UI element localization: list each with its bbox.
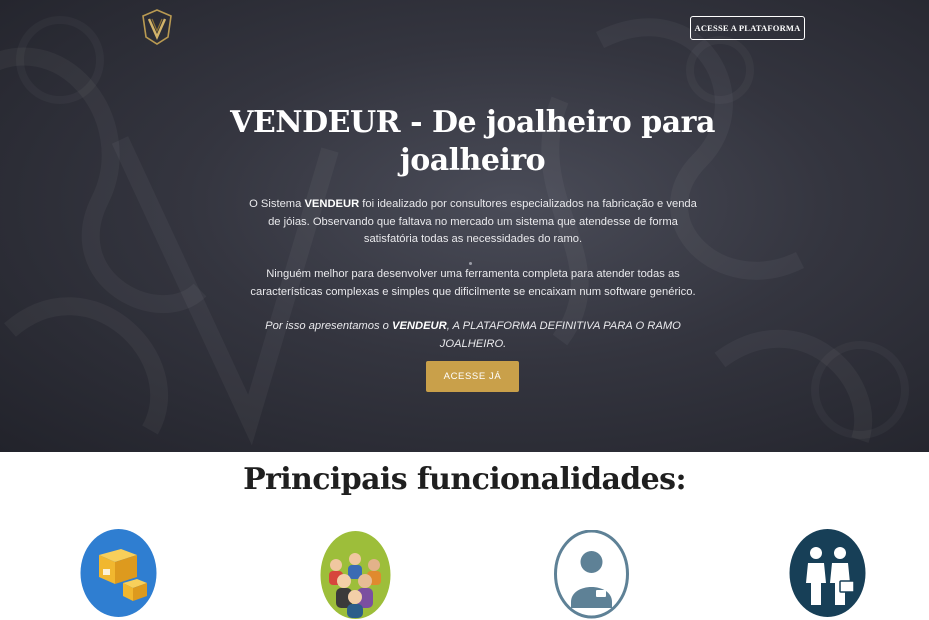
- handshake-icon: [789, 529, 866, 617]
- logo-icon[interactable]: [141, 9, 173, 45]
- access-now-button[interactable]: ACESSE JÁ: [426, 361, 519, 392]
- people-group-icon: [320, 531, 391, 619]
- hero-section: ACESSE A PLATAFORMA VENDEUR - De joalhei…: [0, 0, 929, 452]
- brand-name: VENDEUR: [392, 320, 447, 332]
- brand-name: VENDEUR: [304, 198, 360, 210]
- access-platform-button[interactable]: ACESSE A PLATAFORMA: [690, 16, 805, 40]
- hero-paragraph-intro: O Sistema VENDEUR foi idealizado por con…: [249, 198, 697, 245]
- hero-title: VENDEUR - De joalheiro para joalheiro: [230, 105, 715, 178]
- carousel-dot: [469, 262, 472, 265]
- employee-badge-icon: [554, 530, 629, 619]
- boxes-icon: [80, 529, 157, 617]
- hero-paragraph-tagline: Por isso apresentamos o VENDEUR, A PLATA…: [265, 320, 681, 350]
- features-title: Principais funcionalidades:: [243, 462, 686, 497]
- hero-paragraph-why: Ninguém melhor para desenvolver uma ferr…: [250, 268, 696, 298]
